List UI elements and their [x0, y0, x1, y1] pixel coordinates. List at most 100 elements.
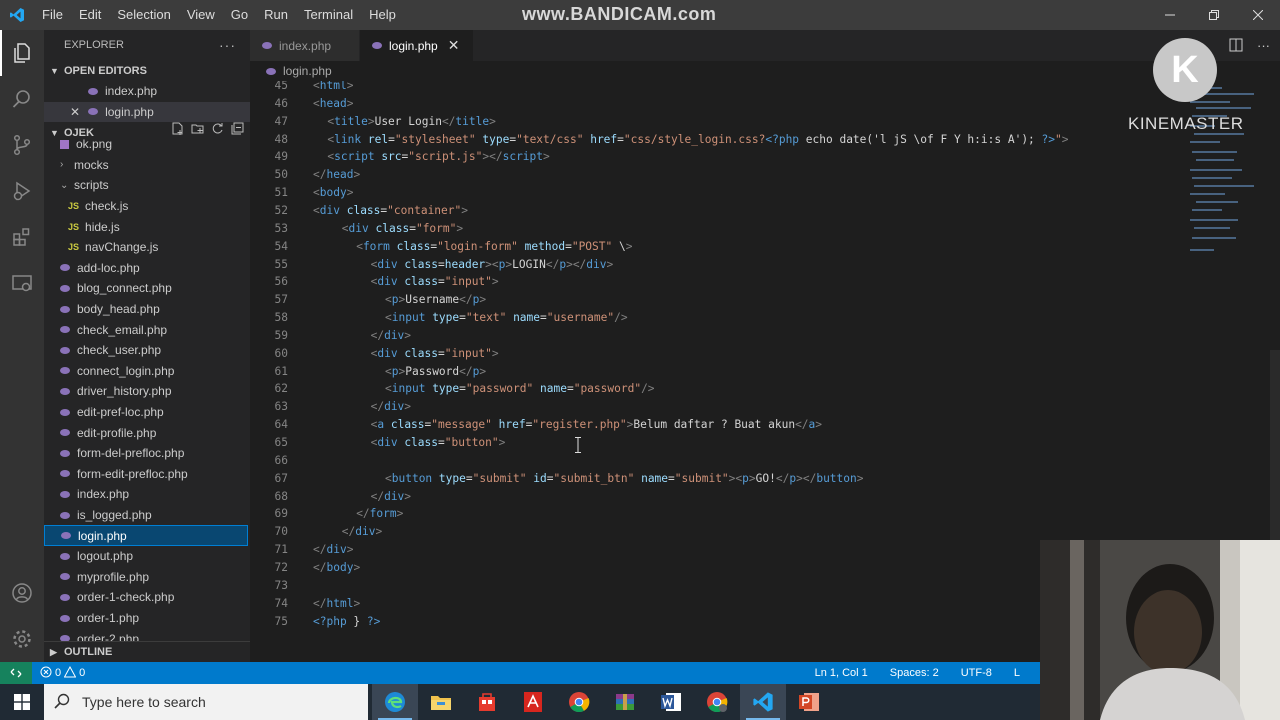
code-token: <	[356, 239, 363, 253]
file-tree-item[interactable]: index.php	[44, 484, 248, 505]
code-token: <	[313, 203, 320, 217]
file-tree-item[interactable]: ⌄ scripts	[44, 175, 248, 196]
code-line: 64 <a class="message" href="register.php"…	[250, 416, 1280, 434]
php-file-icon	[60, 284, 70, 292]
code-token: =	[617, 132, 624, 146]
code-token: "input"	[444, 346, 492, 360]
more-icon[interactable]: ···	[1257, 38, 1270, 57]
code-token: "password"	[465, 382, 534, 396]
code-token: href	[498, 418, 526, 432]
file-tree-item[interactable]: order-1.php	[44, 608, 248, 629]
file-tree-item[interactable]: blog_connect.php	[44, 278, 248, 299]
line-ending[interactable]: L	[1014, 667, 1020, 679]
code-token: <	[313, 96, 320, 110]
tab-index-php[interactable]: index.php	[250, 30, 360, 61]
word-icon[interactable]	[648, 684, 694, 720]
menu-go[interactable]: Go	[223, 0, 256, 30]
acrobat-icon[interactable]	[510, 684, 556, 720]
winrar-icon[interactable]	[602, 684, 648, 720]
close-editor-icon[interactable]: ✕	[70, 105, 80, 119]
file-explorer-icon[interactable]	[418, 684, 464, 720]
code-token: >	[404, 328, 412, 342]
restore-icon[interactable]	[1192, 0, 1236, 30]
tab-login-php[interactable]: login.php ✕	[360, 30, 474, 61]
new-file-icon[interactable]	[171, 122, 184, 136]
breadcrumb[interactable]: login.php	[250, 61, 1280, 81]
code-text: <form class="login-form" method="POST" \…	[313, 238, 632, 256]
chrome-alt-icon[interactable]	[694, 684, 740, 720]
remote-indicator-icon[interactable]	[0, 662, 32, 684]
close-tab-icon[interactable]: ✕	[448, 37, 460, 54]
file-tree-item[interactable]: check_email.php	[44, 319, 248, 340]
file-tree-item[interactable]: ok.png	[44, 138, 248, 155]
minimize-icon[interactable]	[1148, 0, 1192, 30]
code-token: id	[533, 471, 547, 485]
open-editors-header[interactable]: ▼ OPEN EDITORS	[44, 60, 250, 81]
settings-gear-icon[interactable]	[0, 616, 44, 662]
refresh-icon[interactable]	[211, 122, 224, 135]
menu-help[interactable]: Help	[361, 0, 404, 30]
menu-edit[interactable]: Edit	[71, 0, 109, 30]
vscode-icon[interactable]	[740, 684, 786, 720]
file-tree-item[interactable]: order-2.php	[44, 628, 248, 641]
line-number: 75	[274, 614, 288, 628]
file-tree-item[interactable]: login.php	[44, 525, 248, 546]
code-text: <button type="submit" id="submit_btn" na…	[313, 470, 864, 488]
file-tree-item[interactable]: form-del-prefloc.php	[44, 443, 248, 464]
file-tree-item[interactable]: body_head.php	[44, 299, 248, 320]
menu-view[interactable]: View	[179, 0, 223, 30]
menu-file[interactable]: File	[34, 0, 71, 30]
file-tree-item[interactable]: edit-pref-loc.php	[44, 402, 248, 423]
code-token: class	[404, 436, 438, 449]
menu-selection[interactable]: Selection	[109, 0, 178, 30]
file-tree-item[interactable]: connect_login.php	[44, 361, 248, 382]
file-tree-item[interactable]: is_logged.php	[44, 505, 248, 526]
file-tree-item[interactable]: › mocks	[44, 155, 248, 176]
file-tree-item[interactable]: edit-profile.php	[44, 422, 248, 443]
open-editor-login[interactable]: ✕ login.php	[44, 101, 250, 123]
file-tree-item[interactable]: check_user.php	[44, 340, 248, 361]
close-icon[interactable]	[1236, 0, 1280, 30]
edge-icon[interactable]	[372, 684, 418, 720]
windows-start-icon[interactable]	[0, 684, 44, 720]
file-tree-item[interactable]: logout.php	[44, 546, 248, 567]
file-tree-item[interactable]: JS check.js	[44, 196, 248, 217]
code-text: <?php } ?>	[313, 613, 380, 631]
chrome-icon[interactable]	[556, 684, 602, 720]
file-tree-item[interactable]: JS hide.js	[44, 216, 248, 237]
code-text: </div>	[313, 523, 382, 541]
indentation[interactable]: Spaces: 2	[890, 667, 939, 679]
php-file-icon	[372, 42, 382, 49]
file-tree-item[interactable]: form-edit-prefloc.php	[44, 464, 248, 485]
powerpoint-icon[interactable]	[786, 684, 832, 720]
menu-terminal[interactable]: Terminal	[296, 0, 361, 30]
explorer-icon[interactable]	[0, 30, 44, 76]
menu-run[interactable]: Run	[256, 0, 296, 30]
file-tree-item[interactable]: add-loc.php	[44, 258, 248, 279]
file-tree-item[interactable]: myprofile.php	[44, 567, 248, 588]
run-debug-icon[interactable]	[0, 168, 44, 214]
file-tree-item[interactable]: driver_history.php	[44, 381, 248, 402]
code-token: body	[319, 186, 347, 200]
remote-explorer-icon[interactable]	[0, 260, 44, 306]
new-folder-icon[interactable]	[191, 122, 204, 135]
source-control-icon[interactable]	[0, 122, 44, 168]
search-icon[interactable]	[0, 76, 44, 122]
problems-indicator[interactable]: 0 0	[32, 665, 85, 681]
account-icon[interactable]	[0, 570, 44, 616]
open-editor-index[interactable]: index.php	[44, 81, 250, 102]
file-tree-item[interactable]: JS navChange.js	[44, 237, 248, 258]
cursor-position[interactable]: Ln 1, Col 1	[815, 667, 868, 679]
file-tree-item[interactable]: order-1-check.php	[44, 587, 248, 608]
code-text: <script src="script.js"></script>	[313, 148, 549, 166]
code-token: >	[375, 525, 383, 539]
encoding[interactable]: UTF-8	[961, 667, 992, 679]
store-icon[interactable]	[464, 684, 510, 720]
taskbar-search[interactable]: Type here to search	[44, 684, 368, 720]
collapse-all-icon[interactable]	[231, 122, 244, 135]
more-actions-icon[interactable]: ···	[219, 37, 236, 53]
code-token: script	[334, 150, 375, 164]
outline-section[interactable]: ▶ OUTLINE	[44, 641, 250, 662]
code-token: Username	[405, 293, 460, 307]
extensions-icon[interactable]	[0, 214, 44, 260]
